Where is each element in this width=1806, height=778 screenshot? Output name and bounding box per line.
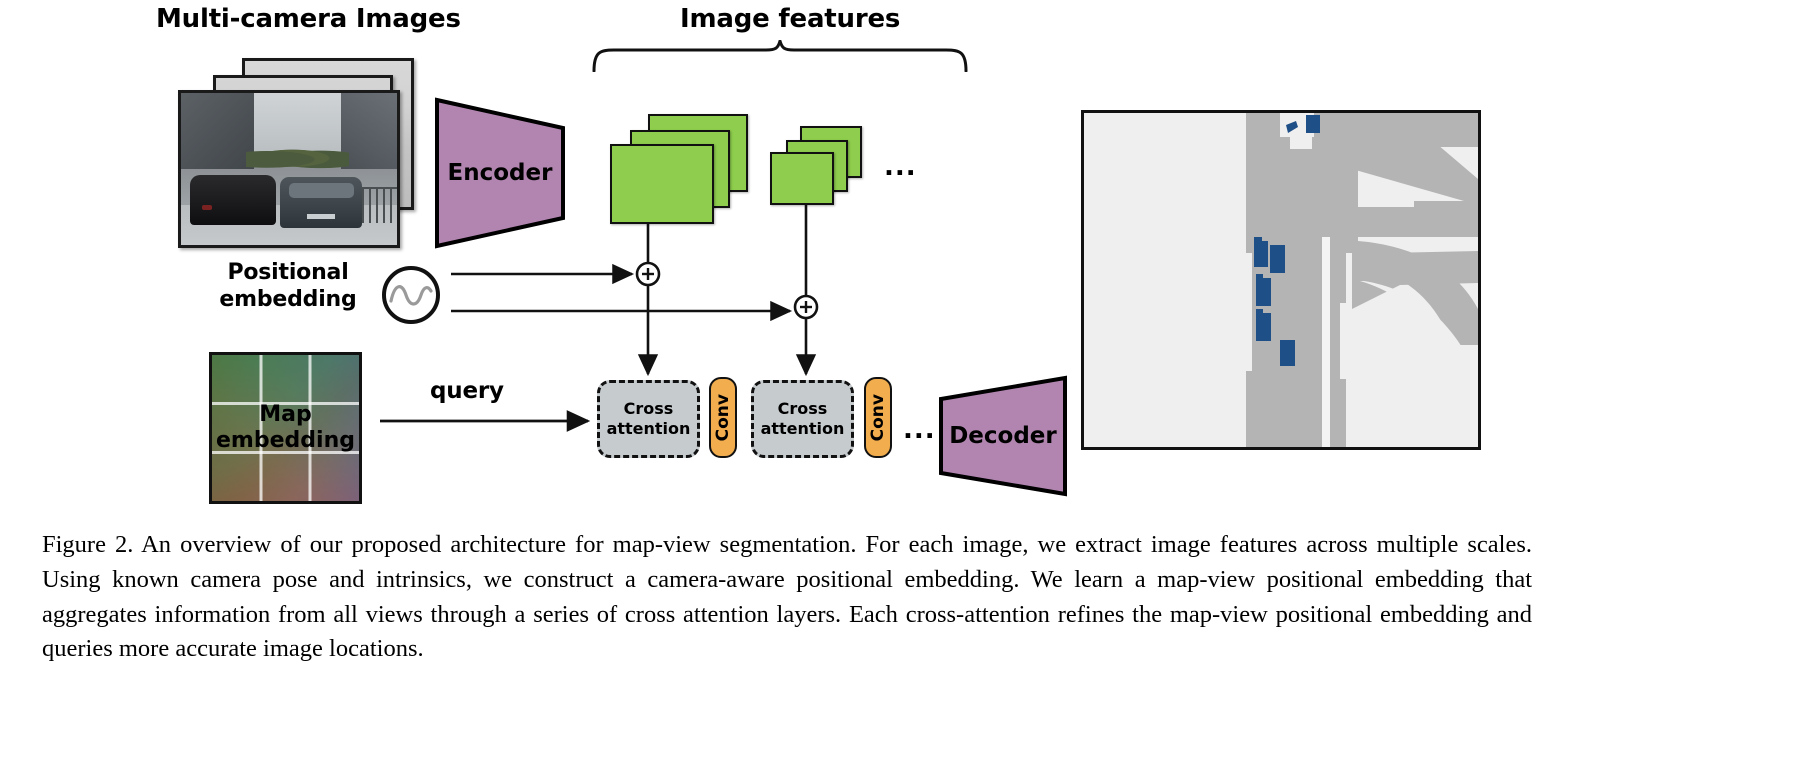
cross-attention-block-1: Cross attention bbox=[597, 380, 700, 458]
encoder-label: Encoder bbox=[447, 160, 553, 186]
conv-block-2: Conv bbox=[864, 377, 892, 458]
conv-block-1-label: Conv bbox=[713, 393, 733, 442]
figure-caption: Figure 2. An overview of our proposed ar… bbox=[42, 528, 1532, 667]
image-features-brace bbox=[590, 35, 970, 73]
conv-block-1: Conv bbox=[709, 377, 737, 458]
cross-attention-2-line1: Cross bbox=[777, 399, 828, 418]
map-embedding-grid: Map embedding bbox=[209, 352, 362, 504]
map-embedding-label-line1: Map bbox=[259, 401, 312, 427]
feature-map-1-front bbox=[610, 144, 714, 224]
decoder-label: Decoder bbox=[949, 423, 1057, 449]
feature-map-2-front bbox=[770, 152, 834, 205]
map-embedding-label-line2: embedding bbox=[216, 428, 355, 453]
cross-attention-1-line1: Cross bbox=[623, 399, 674, 418]
sine-wave-icon bbox=[381, 265, 441, 325]
blocks-ellipsis: ... bbox=[903, 415, 936, 445]
feature-maps-ellipsis: ... bbox=[884, 152, 917, 182]
image-features-title: Image features bbox=[680, 4, 901, 34]
query-label: query bbox=[430, 378, 504, 404]
encoder-block: Encoder bbox=[434, 97, 566, 249]
cross-attention-block-2: Cross attention bbox=[751, 380, 854, 458]
multi-camera-images-title: Multi-camera Images bbox=[156, 4, 461, 34]
positional-embedding-label: Positional embedding bbox=[206, 260, 370, 314]
conv-block-2-label: Conv bbox=[868, 393, 888, 442]
map-view-segmentation-output bbox=[1081, 110, 1481, 450]
cross-attention-2-line2: attention bbox=[760, 419, 845, 438]
positional-embedding-label-line1: Positional bbox=[227, 260, 349, 285]
cross-attention-1-line2: attention bbox=[606, 419, 691, 438]
figure-2-architecture-overview: Multi-camera Images Image features Encod… bbox=[0, 0, 1806, 778]
positional-embedding-label-line2: embedding bbox=[219, 286, 357, 312]
figure-caption-text: An overview of our proposed architecture… bbox=[42, 531, 1533, 663]
decoder-block: Decoder bbox=[938, 375, 1068, 497]
figure-caption-number: Figure 2. bbox=[42, 531, 134, 558]
camera-image-front bbox=[178, 90, 400, 248]
